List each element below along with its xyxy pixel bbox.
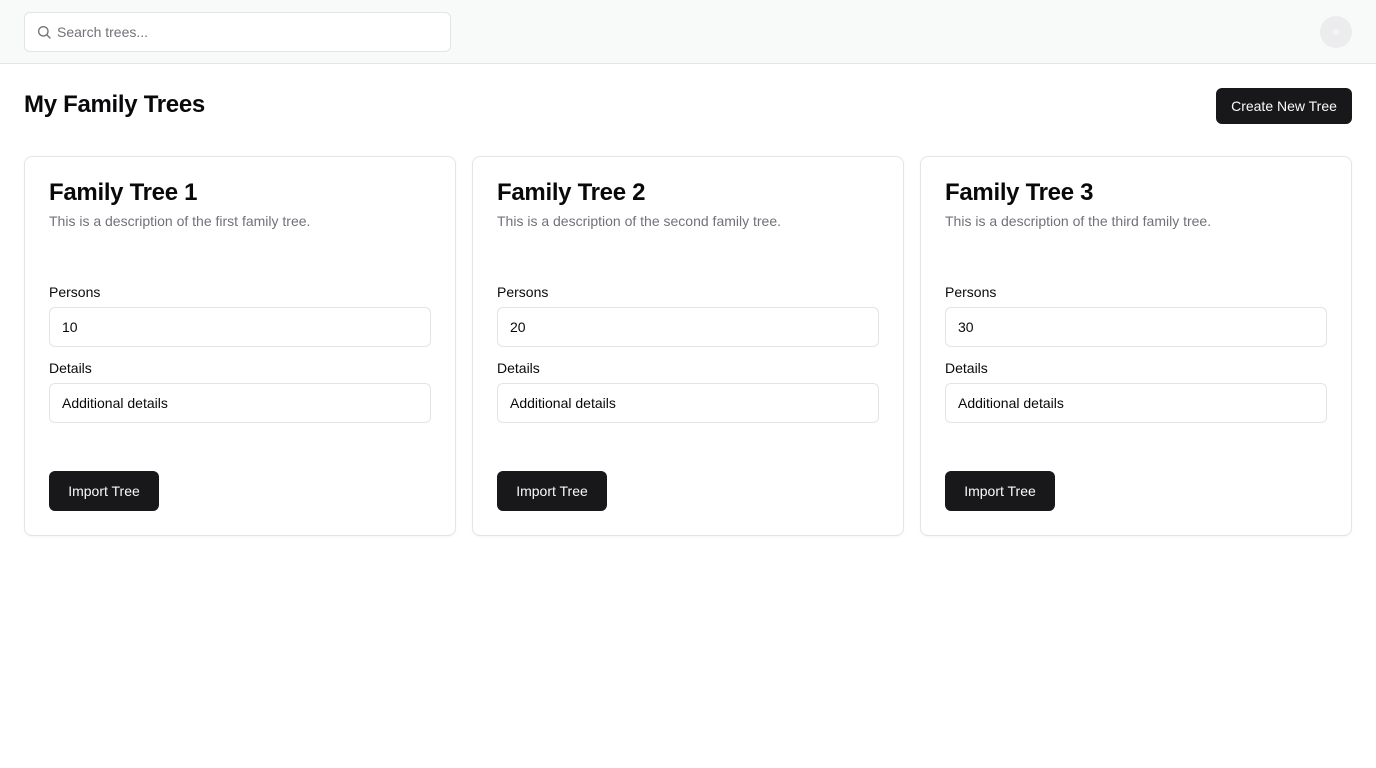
tree-card: Family Tree 1 This is a description of t… — [24, 156, 456, 536]
persons-input[interactable] — [945, 307, 1327, 347]
search-box[interactable] — [24, 12, 451, 52]
persons-label: Persons — [497, 284, 549, 300]
tree-description: This is a description of the third famil… — [945, 213, 1212, 229]
tree-title: Family Tree 3 — [945, 179, 1094, 206]
persons-label: Persons — [49, 284, 101, 300]
details-label: Details — [49, 360, 92, 376]
avatar-icon — [1333, 29, 1339, 35]
tree-card: Family Tree 2 This is a description of t… — [472, 156, 904, 536]
persons-input[interactable] — [49, 307, 431, 347]
details-input[interactable] — [49, 383, 431, 423]
details-input[interactable] — [945, 383, 1327, 423]
search-icon — [38, 26, 51, 39]
import-tree-button[interactable]: Import Tree — [945, 471, 1055, 511]
tree-card: Family Tree 3 This is a description of t… — [920, 156, 1352, 536]
tree-title: Family Tree 2 — [497, 179, 646, 206]
import-tree-button[interactable]: Import Tree — [49, 471, 159, 511]
search-input[interactable] — [57, 13, 447, 51]
create-new-tree-button[interactable]: Create New Tree — [1216, 88, 1352, 124]
tree-description: This is a description of the second fami… — [497, 213, 782, 229]
tree-description: This is a description of the first famil… — [49, 213, 311, 229]
tree-title: Family Tree 1 — [49, 179, 198, 206]
details-input[interactable] — [497, 383, 879, 423]
avatar[interactable] — [1320, 16, 1352, 48]
top-bar — [0, 0, 1376, 64]
persons-label: Persons — [945, 284, 997, 300]
page-title: My Family Trees — [24, 91, 205, 118]
persons-input[interactable] — [497, 307, 879, 347]
details-label: Details — [945, 360, 988, 376]
details-label: Details — [497, 360, 540, 376]
import-tree-button[interactable]: Import Tree — [497, 471, 607, 511]
